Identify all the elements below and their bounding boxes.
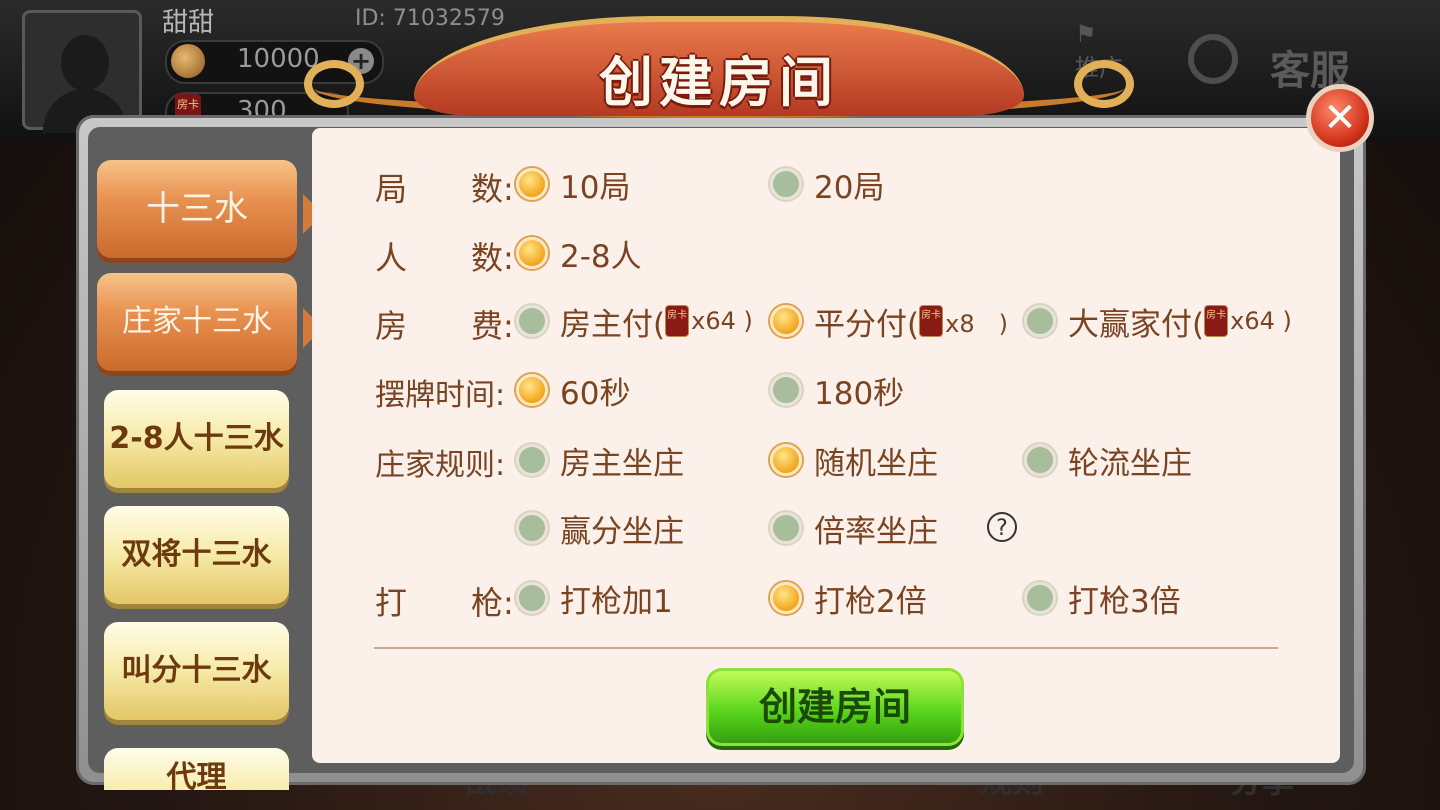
banker-option-rotate[interactable]: 轮流坐庄	[1024, 440, 1192, 482]
room-card-icon: 房卡	[1204, 305, 1229, 337]
create-room-button[interactable]: 创建房间	[706, 668, 964, 746]
radio-unselected-icon	[770, 512, 802, 544]
radio-unselected-icon	[770, 168, 802, 200]
game-mode-sidebar: 十三水 庄家十三水 2-8人十三水 双将十三水 叫分十三水 代理	[97, 140, 309, 790]
radio-unselected-icon	[1024, 444, 1056, 476]
arrange-time-label: 摆牌时间:	[375, 378, 506, 413]
arrange-time-option-180[interactable]: 180秒	[770, 370, 904, 412]
radio-selected-icon	[516, 168, 548, 200]
radio-unselected-icon	[516, 582, 548, 614]
radio-selected-icon	[516, 374, 548, 406]
fee-option-owner-pays[interactable]: 房主付( 房卡 x64 )	[516, 301, 753, 343]
rounds-option-10[interactable]: 10局	[516, 164, 630, 206]
radio-unselected-icon	[516, 305, 548, 337]
players-label: 人 数:	[375, 239, 514, 277]
players-option-2-8[interactable]: 2-8人	[516, 233, 642, 275]
tab-shisanshui[interactable]: 十三水	[97, 160, 297, 258]
banker-option-random[interactable]: 随机坐庄	[770, 440, 938, 482]
dialog-title: 创建房间	[599, 51, 839, 114]
tab-shuangjiang-shisanshui[interactable]: 双将十三水	[104, 506, 289, 604]
tab-jiaofen-shisanshui[interactable]: 叫分十三水	[104, 622, 289, 720]
radio-unselected-icon	[1024, 582, 1056, 614]
tab-agent[interactable]: 代理	[104, 748, 289, 790]
avatar[interactable]	[22, 10, 142, 133]
shoot-option-triple[interactable]: 打枪3倍	[1024, 578, 1181, 620]
coin-bag-icon	[171, 44, 205, 78]
arrange-time-option-60[interactable]: 60秒	[516, 370, 630, 412]
radio-unselected-icon	[1024, 305, 1056, 337]
fee-option-winner-pays[interactable]: 大赢家付( 房卡 x64 )	[1024, 301, 1292, 343]
fee-option-split-pays[interactable]: 平分付( 房卡 x8 )	[770, 301, 1008, 343]
divider	[374, 647, 1278, 649]
radio-selected-icon	[516, 237, 548, 269]
shoot-label: 打 枪:	[375, 584, 514, 622]
rounds-label: 局 数:	[375, 170, 514, 208]
username: 甜甜	[162, 8, 215, 38]
headset-icon[interactable]	[1188, 34, 1238, 84]
fee-label: 房 费:	[375, 307, 514, 345]
tab-2-8-players-shisanshui[interactable]: 2-8人十三水	[104, 390, 289, 488]
room-card-icon: 房卡	[919, 305, 944, 337]
shoot-option-double[interactable]: 打枪2倍	[770, 578, 927, 620]
room-card-icon: 房卡	[665, 305, 690, 337]
banker-option-multiplier[interactable]: 倍率坐庄	[770, 508, 938, 550]
avatar-head-icon	[61, 35, 109, 91]
radio-unselected-icon	[516, 512, 548, 544]
radio-selected-icon	[770, 305, 802, 337]
close-button[interactable]: ✕	[1306, 84, 1374, 152]
rounds-option-20[interactable]: 20局	[770, 164, 884, 206]
banker-option-owner[interactable]: 房主坐庄	[516, 440, 684, 482]
radio-selected-icon	[770, 444, 802, 476]
banker-rule-label: 庄家规则:	[375, 448, 506, 483]
radio-unselected-icon	[770, 374, 802, 406]
title-banner: 创建房间	[304, 0, 1134, 125]
tab-zhuangjia-shisanshui[interactable]: 庄家十三水	[97, 273, 297, 371]
radio-selected-icon	[770, 582, 802, 614]
help-icon[interactable]: ?	[987, 512, 1017, 542]
banker-option-winner[interactable]: 赢分坐庄	[516, 508, 684, 550]
shoot-option-plus1[interactable]: 打枪加1	[516, 578, 673, 620]
radio-unselected-icon	[516, 444, 548, 476]
